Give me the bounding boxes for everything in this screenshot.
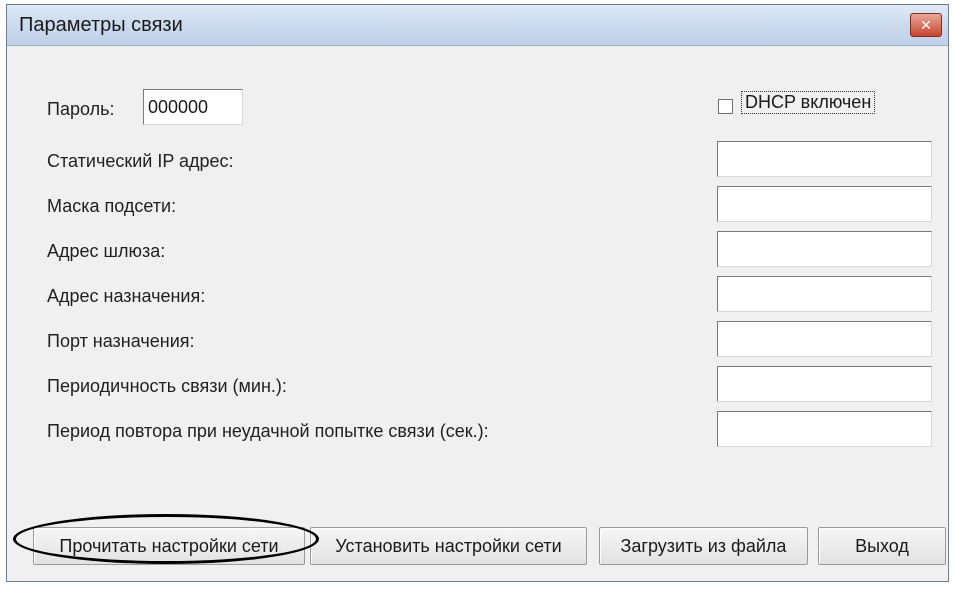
connection-period-label: Периодичность связи (мин.): [47, 376, 287, 396]
dialog-body: Пароль: DHCP включен Статический IP адре… [7, 46, 948, 581]
exit-button[interactable]: Выход [818, 527, 946, 565]
subnet-mask-label: Маска подсети: [47, 196, 177, 216]
static-ip-field[interactable] [717, 141, 932, 177]
destination-address-field[interactable] [717, 276, 932, 312]
destination-address-label: Адрес назначения: [47, 286, 206, 306]
title-bar[interactable]: Параметры связи ✕ [7, 5, 948, 46]
gateway-label: Адрес шлюза: [47, 241, 166, 261]
window-title: Параметры связи [19, 14, 183, 36]
close-button[interactable]: ✕ [910, 13, 942, 37]
dhcp-checkbox[interactable] [718, 99, 733, 114]
retry-period-field[interactable] [717, 411, 932, 447]
destination-port-field[interactable] [717, 321, 932, 357]
connection-period-field[interactable] [717, 366, 932, 402]
dialog-window: Параметры связи ✕ Пароль: DHCP включен С… [6, 4, 949, 582]
load-from-file-button[interactable]: Загрузить из файла [599, 527, 808, 565]
gateway-field[interactable] [717, 231, 932, 267]
password-field[interactable] [143, 89, 243, 125]
destination-port-label: Порт назначения: [47, 331, 195, 351]
static-ip-label: Статический IP адрес: [47, 151, 234, 171]
close-icon: ✕ [920, 16, 932, 33]
retry-period-label: Период повтора при неудачной попытке свя… [47, 421, 489, 441]
dhcp-checkbox-label[interactable]: DHCP включен [741, 91, 876, 114]
subnet-mask-field[interactable] [717, 186, 932, 222]
set-settings-button[interactable]: Установить настройки сети [310, 527, 587, 565]
password-label: Пароль: [47, 99, 115, 119]
read-settings-button[interactable]: Прочитать настройки сети [33, 527, 305, 565]
